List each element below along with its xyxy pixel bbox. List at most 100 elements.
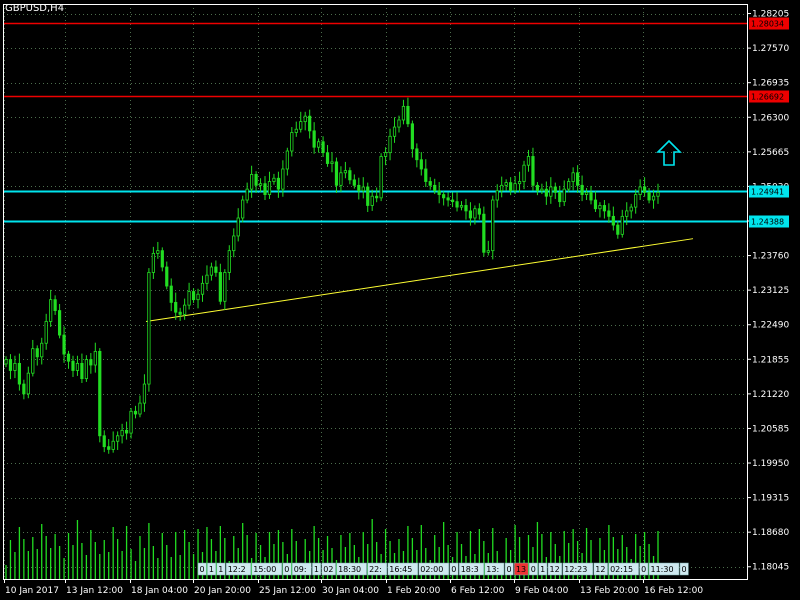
trade-marker-label: 18:30 [338,565,361,574]
candle-body [258,183,263,186]
candle-body [31,348,35,374]
candle-body [294,128,298,133]
candle-body [593,199,598,210]
candle-body [370,195,374,206]
candle-body [312,130,316,148]
price-tick-label: 1.18045 [752,563,789,573]
trade-marker-label: 1 [314,565,319,574]
candle-body [549,186,553,197]
time-tick-label: 6 Feb 12:00 [451,586,505,596]
candle-body [151,252,155,273]
candle-body [352,179,356,186]
candle-body [375,195,379,199]
candle-body [303,115,307,123]
time-tick-label: 9 Feb 04:00 [515,586,569,596]
price-tick-label: 1.26935 [752,79,789,89]
plot-border [3,4,748,580]
candle-body [517,181,522,185]
candle-body [464,205,468,212]
candle-body [531,156,535,186]
candle-body [272,177,276,182]
candle-body [66,353,71,362]
candle-body [535,184,540,192]
candle-body [584,191,589,195]
price-tick-label: 1.21855 [752,355,789,365]
candle-body [57,310,62,336]
candle-body [607,210,611,217]
candle-body [241,199,245,219]
candle-body [651,195,656,201]
trade-marker-label: 1 [209,565,214,574]
candle-body [482,213,486,253]
candle-body [174,301,178,313]
candle-body [361,186,365,192]
candle-body [571,172,575,182]
candle-body [397,119,401,128]
candle-body [263,183,267,195]
candle-body [477,208,481,215]
candle-body [446,197,450,201]
candle-body [35,348,39,358]
candle-body [160,250,164,268]
candle-body [120,429,124,437]
candle-body [643,186,647,193]
candle-body [576,172,580,186]
candle-body [348,170,352,181]
candle-body [40,342,44,358]
candle-body [450,199,455,203]
candle-body [299,121,303,130]
candle-body [98,350,102,437]
chart-title: GBPUSD,H4 [5,3,65,14]
trade-marker-label: 13 [516,565,526,574]
candle-body [504,182,508,186]
time-tick-label: 13 Jan 12:00 [66,586,123,596]
candle-body [281,168,285,190]
trade-markers: 0 1 1 12:2 15:00 0 09: 1 02 18:30 22: 16:45 02:00 0 18… [197,562,689,576]
candle-body [156,250,160,254]
price-chart[interactable]: 0 1 1 12:2 15:00 0 09: 1 02 18:30 22: 16:45 02:00 0 18… [0,0,800,600]
price-tick-label: 1.21220 [752,390,789,400]
price-tick-label: 1.18680 [752,528,789,538]
trade-marker-label: 0 [451,565,456,574]
candle-body [49,299,53,322]
candle-body [245,188,249,201]
candle-body [540,188,544,192]
candle-body [308,115,312,132]
candle-body [17,362,21,385]
candle-body [116,435,120,442]
candle-body [165,266,169,287]
candle-body [629,206,633,212]
trade-marker-label: 0 [507,565,512,574]
candle-body [433,184,437,192]
candle-body [616,224,620,235]
candle-body [71,360,75,371]
trade-marker-label: 09: [294,565,307,574]
candle-body [455,201,459,208]
time-tick-label: 16 Feb 12:00 [644,586,703,596]
time-tick-label: 18 Jan 04:00 [131,586,188,596]
candle-body [611,215,615,226]
candle-body [290,132,294,152]
price-tick-label: 1.23760 [752,252,789,262]
price-tick-label: 1.19950 [752,459,789,469]
candle-body [285,150,289,170]
trade-marker-label: 0 [284,565,289,574]
trade-marker-label: 22: [369,565,382,574]
candle-body [366,186,370,206]
candle-body [562,188,566,203]
price-tick-label: 1.27570 [752,44,789,54]
candle-body [227,250,231,273]
up-arrow-icon[interactable] [656,139,682,166]
candle-body [93,350,97,366]
candle-body [473,208,477,219]
trade-marker-label: 1 [218,565,223,574]
trade-marker-label: 13: [486,565,499,574]
chart-grid [3,4,747,579]
candle-body [200,282,205,295]
price-tick-label: 1.19315 [752,494,789,504]
trade-marker-label: 12 [550,565,560,574]
candle-body [589,191,593,201]
candle-body [13,362,17,371]
trade-marker-label: 15:00 [253,565,276,574]
candle-body [424,168,428,182]
